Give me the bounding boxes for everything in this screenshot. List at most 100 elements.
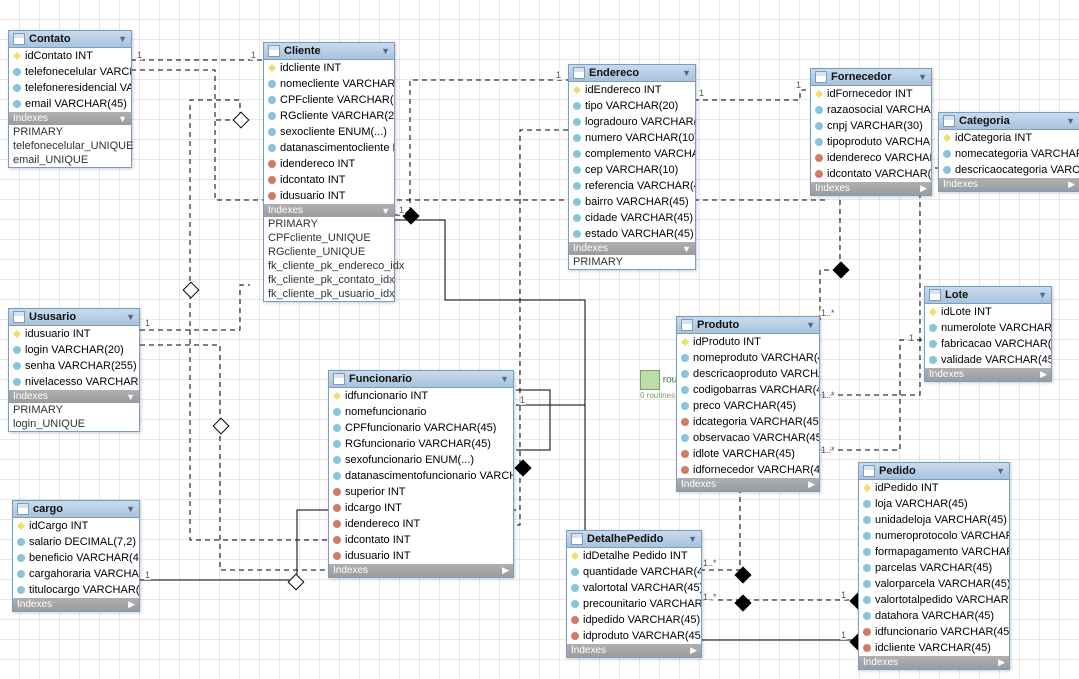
index-item[interactable]: fk_cliente_pk_contato_idx xyxy=(264,273,394,287)
column-row[interactable]: nomeproduto VARCHAR(45) xyxy=(677,350,819,366)
column-row[interactable]: razaosocial VARCHAR(45) xyxy=(811,102,931,118)
column-row[interactable]: datahora VARCHAR(45) xyxy=(859,608,1009,624)
column-row[interactable]: estado VARCHAR(45) xyxy=(569,226,695,242)
column-row[interactable]: idFornecedor INT xyxy=(811,86,931,102)
column-row[interactable]: cep VARCHAR(10) xyxy=(569,162,695,178)
indexes-bar[interactable]: Indexes▶ xyxy=(811,182,931,195)
indexes-bar[interactable]: Indexes▶ xyxy=(567,644,701,657)
entity-lote[interactable]: Lote▼idLote INTnumerolote VARCHAR(45)fab… xyxy=(924,286,1052,382)
column-row[interactable]: login VARCHAR(20) xyxy=(9,342,139,358)
column-row[interactable]: cidade VARCHAR(45) xyxy=(569,210,695,226)
column-row[interactable]: observacao VARCHAR(45) xyxy=(677,430,819,446)
index-item[interactable]: RGcliente_UNIQUE xyxy=(264,245,394,259)
indexes-bar[interactable]: Indexes▶ xyxy=(859,656,1009,669)
column-row[interactable]: complemento VARCHA... xyxy=(569,146,695,162)
entity-fornecedor[interactable]: Fornecedor▼idFornecedor INTrazaosocial V… xyxy=(810,68,932,196)
index-item[interactable]: PRIMARY xyxy=(264,217,394,231)
column-row[interactable]: idCargo INT xyxy=(13,518,139,534)
column-row[interactable]: idendereco VARCHAR(45) xyxy=(811,150,931,166)
column-row[interactable]: formapagamento VARCHAR(45) xyxy=(859,544,1009,560)
column-row[interactable]: RGfuncionario VARCHAR(45) xyxy=(329,436,513,452)
chevron-down-icon[interactable]: ▼ xyxy=(996,466,1005,476)
indexes-bar[interactable]: Indexes▼ xyxy=(264,204,394,217)
column-row[interactable]: unidadeloja VARCHAR(45) xyxy=(859,512,1009,528)
column-row[interactable]: CPFfuncionario VARCHAR(45) xyxy=(329,420,513,436)
indexes-bar[interactable]: Indexes▶ xyxy=(329,564,513,577)
indexes-bar[interactable]: Indexes▶ xyxy=(939,178,1079,191)
column-row[interactable]: nivelacesso VARCHAR(45) xyxy=(9,374,139,390)
column-row[interactable]: numeroprotocolo VARCHAR(45) xyxy=(859,528,1009,544)
index-item[interactable]: CPFcliente_UNIQUE xyxy=(264,231,394,245)
column-row[interactable]: descricaocategoria VARCHAR(45) xyxy=(939,162,1079,178)
entity-contato[interactable]: Contato▼idContato INTtelefonecelular VAR… xyxy=(8,30,132,168)
column-row[interactable]: quantidade VARCHAR(45) xyxy=(567,564,701,580)
entity-header[interactable]: Endereco▼ xyxy=(569,65,695,82)
index-item[interactable]: login_UNIQUE xyxy=(9,417,139,431)
entity-produto[interactable]: Produto▼idProduto INTnomeproduto VARCHAR… xyxy=(676,316,820,492)
entity-header[interactable]: Pedido▼ xyxy=(859,463,1009,480)
chevron-down-icon[interactable]: ▼ xyxy=(806,320,815,330)
entity-cargo[interactable]: cargo▼idCargo INTsalario DECIMAL(7,2)ben… xyxy=(12,500,140,612)
column-row[interactable]: idcategoria VARCHAR(45) xyxy=(677,414,819,430)
entity-usuario[interactable]: Ususario▼idusuario INTlogin VARCHAR(20)s… xyxy=(8,308,140,432)
chevron-down-icon[interactable]: ▼ xyxy=(1066,116,1075,126)
indexes-bar[interactable]: Indexes▼ xyxy=(9,390,139,403)
column-row[interactable]: sexofuncionario ENUM(...) xyxy=(329,452,513,468)
column-row[interactable]: idEndereco INT xyxy=(569,82,695,98)
index-item[interactable]: email_UNIQUE xyxy=(9,153,131,167)
column-row[interactable]: idPedido INT xyxy=(859,480,1009,496)
column-row[interactable]: validade VARCHAR(45) xyxy=(925,352,1051,368)
entity-funcionario[interactable]: Funcionario▼idfuncionario INTnomefuncion… xyxy=(328,370,514,578)
indexes-bar[interactable]: Indexes▼ xyxy=(569,242,695,255)
entity-header[interactable]: Fornecedor▼ xyxy=(811,69,931,86)
entity-pedido[interactable]: Pedido▼idPedido INTloja VARCHAR(45)unida… xyxy=(858,462,1010,670)
column-row[interactable]: valortotal VARCHAR(45) xyxy=(567,580,701,596)
column-row[interactable]: numero VARCHAR(10) xyxy=(569,130,695,146)
column-row[interactable]: idcontato INT xyxy=(264,172,394,188)
indexes-bar[interactable]: Indexes▶ xyxy=(925,368,1051,381)
entity-endereco[interactable]: Endereco▼idEndereco INTtipo VARCHAR(20)l… xyxy=(568,64,696,270)
chevron-down-icon[interactable]: ▼ xyxy=(126,504,135,514)
column-row[interactable]: datanascimentocliente DATE xyxy=(264,140,394,156)
entity-header[interactable]: Cliente▼ xyxy=(264,43,394,60)
column-row[interactable]: parcelas VARCHAR(45) xyxy=(859,560,1009,576)
entity-header[interactable]: Contato▼ xyxy=(9,31,131,48)
column-row[interactable]: idusuario INT xyxy=(9,326,139,342)
entity-header[interactable]: Ususario▼ xyxy=(9,309,139,326)
column-row[interactable]: idDetalhe Pedido INT xyxy=(567,548,701,564)
column-row[interactable]: idfuncionario INT xyxy=(329,388,513,404)
column-row[interactable]: tipo VARCHAR(20) xyxy=(569,98,695,114)
column-row[interactable]: idcontato INT xyxy=(329,532,513,548)
indexes-bar[interactable]: Indexes▶ xyxy=(677,478,819,491)
column-row[interactable]: senha VARCHAR(255) xyxy=(9,358,139,374)
column-row[interactable]: idcliente VARCHAR(45) xyxy=(859,640,1009,656)
column-row[interactable]: idpedido VARCHAR(45) xyxy=(567,612,701,628)
column-row[interactable]: codigobarras VARCHAR(45) xyxy=(677,382,819,398)
column-row[interactable]: valorparcela VARCHAR(45) xyxy=(859,576,1009,592)
entity-header[interactable]: Categoria▼ xyxy=(939,113,1079,130)
chevron-down-icon[interactable]: ▼ xyxy=(381,46,390,56)
column-row[interactable]: telefoneresidencial VAR... xyxy=(9,80,131,96)
index-item[interactable]: fk_cliente_pk_usuario_idx xyxy=(264,287,394,301)
column-row[interactable]: descricaoproduto VARCHAR(45) xyxy=(677,366,819,382)
column-row[interactable]: tipoproduto VARCHAR(45) xyxy=(811,134,931,150)
index-item[interactable]: PRIMARY xyxy=(9,125,131,139)
index-item[interactable]: telefonecelular_UNIQUE xyxy=(9,139,131,153)
column-row[interactable]: idcargo INT xyxy=(329,500,513,516)
column-row[interactable]: referencia VARCHAR(45) xyxy=(569,178,695,194)
column-row[interactable]: idfornecedor VARCHAR(45) xyxy=(677,462,819,478)
column-row[interactable]: idusuario INT xyxy=(329,548,513,564)
column-row[interactable]: preco VARCHAR(45) xyxy=(677,398,819,414)
chevron-down-icon[interactable]: ▼ xyxy=(682,68,691,78)
entity-header[interactable]: Funcionario▼ xyxy=(329,371,513,388)
column-row[interactable]: email VARCHAR(45) xyxy=(9,96,131,112)
column-row[interactable]: telefonecelular VARCH... xyxy=(9,64,131,80)
column-row[interactable]: fabricacao VARCHAR(45) xyxy=(925,336,1051,352)
index-item[interactable]: fk_cliente_pk_endereco_idx xyxy=(264,259,394,273)
chevron-down-icon[interactable]: ▼ xyxy=(918,72,927,82)
column-row[interactable]: numerolote VARCHAR(45) xyxy=(925,320,1051,336)
index-item[interactable]: PRIMARY xyxy=(9,403,139,417)
column-row[interactable]: datanascimentofuncionario VARCHAR(45) xyxy=(329,468,513,484)
entity-header[interactable]: DetalhePedido▼ xyxy=(567,531,701,548)
column-row[interactable]: nomecategoria VARCHAR(45) xyxy=(939,146,1079,162)
